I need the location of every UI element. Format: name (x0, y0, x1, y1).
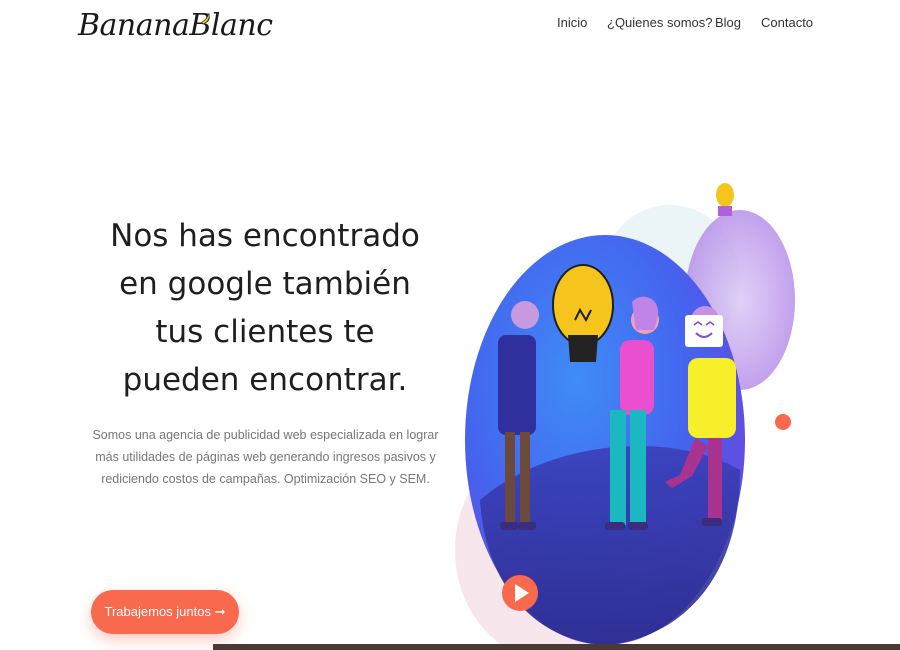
trabajemos-juntos-button[interactable]: Trabajemos juntos ➞ (91, 590, 239, 634)
hero-illustration (455, 183, 795, 650)
nav-item-contacto[interactable]: Contacto (761, 15, 813, 30)
nav-item-quienes-somos[interactable]: ¿Quienes somos? (607, 15, 713, 30)
hero-subtitle: Somos una agencia de publicidad web espe… (92, 428, 439, 486)
main-nav: Inicio ¿Quienes somos? Blog Contacto (0, 15, 900, 35)
nav-item-inicio[interactable]: Inicio (557, 15, 587, 30)
bottom-strip (213, 644, 900, 650)
hero-title: Nos has encontrado en google también tus… (110, 218, 420, 398)
nav-item-blog[interactable]: Blog (715, 15, 741, 30)
play-icon[interactable] (502, 575, 538, 611)
